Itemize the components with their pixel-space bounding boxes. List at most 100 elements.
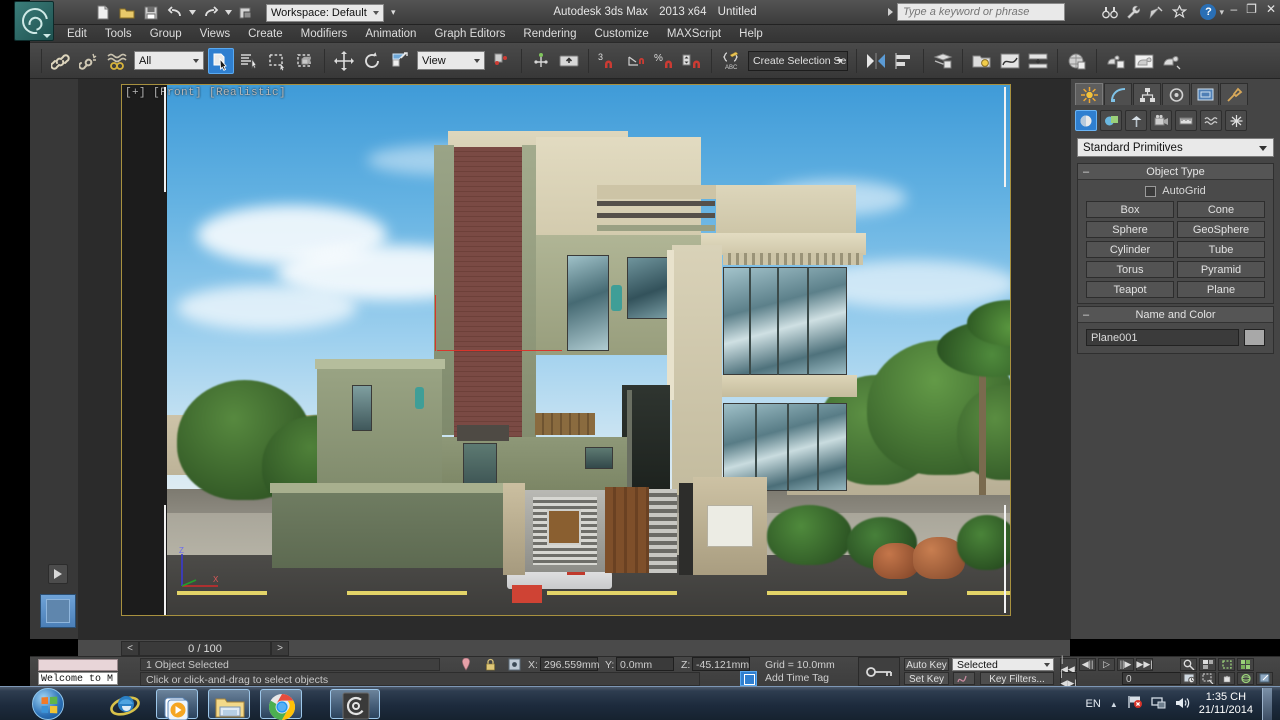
satellite-dish-icon[interactable] [1147,2,1165,22]
next-frame-icon[interactable]: ||▶ [1117,658,1134,671]
zoom-icon[interactable] [1180,658,1197,671]
open-file-icon[interactable] [116,2,137,23]
tray-language[interactable]: EN [1086,698,1101,710]
unlink-selection-icon[interactable] [76,48,102,74]
toggle-scene-explorer-icon[interactable] [969,48,995,74]
menu-item-graph-editors[interactable]: Graph Editors [425,25,514,43]
menu-item-create[interactable]: Create [239,25,292,43]
security-flag-icon[interactable] [1127,695,1142,713]
rollout-collapse-icon[interactable]: – [1083,307,1089,323]
taskbar-clock[interactable]: 1:35 CH 21/11/2014 [1199,691,1253,717]
geometry-icon[interactable] [1075,110,1097,131]
isolate-selection-icon[interactable] [458,658,474,671]
taskbar-item-internet-explorer[interactable] [104,689,146,719]
application-menu-button[interactable] [14,1,54,41]
maximize-viewport-toggle-icon[interactable] [1256,672,1273,685]
select-and-rotate-icon[interactable] [359,48,385,74]
coord-x-field[interactable]: 296.559mm [540,657,599,671]
object-type-sphere[interactable]: Sphere [1086,221,1174,238]
spinner-snap-toggle-icon[interactable] [679,48,705,74]
render-production-icon[interactable] [1159,48,1185,74]
lock-selection-icon[interactable] [482,658,498,671]
helpers-icon[interactable] [1175,110,1197,131]
field-of-view-icon[interactable] [1199,672,1216,685]
render-setup-icon[interactable] [1103,48,1129,74]
minimize-button[interactable]: – [1230,2,1237,16]
binoculars-icon[interactable] [1101,2,1119,22]
viewport-corner-swatch[interactable] [40,594,76,628]
object-type-cylinder[interactable]: Cylinder [1086,241,1174,258]
help-dropdown-icon[interactable]: ▾ [1219,7,1224,18]
play-animation-button[interactable] [48,564,68,584]
layer-manager-icon[interactable] [930,48,956,74]
selection-filter-combo[interactable]: All [134,51,204,70]
hierarchy-tab[interactable] [1133,83,1161,105]
key-filters-button[interactable]: Key Filters... [980,672,1054,685]
maxscript-mini-listener[interactable]: Welcome to M [38,672,118,685]
current-frame-field[interactable]: 0 [1122,672,1184,685]
primitive-type-combo[interactable]: Standard Primitives [1077,138,1274,157]
object-type-pyramid[interactable]: Pyramid [1177,261,1265,278]
menu-item-views[interactable]: Views [191,25,239,43]
lights-icon[interactable] [1125,110,1147,131]
key-mode-toggle-icon[interactable] [740,671,757,686]
set-project-folder-icon[interactable] [236,2,257,23]
menu-item-rendering[interactable]: Rendering [514,25,585,43]
menu-item-customize[interactable]: Customize [585,25,657,43]
workspace-overflow-icon[interactable]: ▾ [391,7,396,18]
zoom-extents-icon[interactable] [1218,658,1235,671]
start-button[interactable] [32,688,64,720]
window-crossing-icon[interactable] [292,48,318,74]
taskbar-item-media-player[interactable] [156,689,198,720]
coord-z-field[interactable]: -45.121mm [692,657,750,671]
rendered-frame-window-icon[interactable] [1131,48,1157,74]
show-hidden-icons-icon[interactable]: ▲ [1110,700,1118,709]
play-animation-icon[interactable]: ▷ [1098,658,1115,671]
bind-to-space-warp-icon[interactable] [104,48,130,74]
absolute-relative-transform-icon[interactable] [506,658,522,671]
percent-snap-toggle-icon[interactable]: % [651,48,677,74]
network-icon[interactable] [1151,696,1166,713]
zoom-extents-all-icon[interactable] [1237,658,1254,671]
select-and-uniform-scale-icon[interactable] [387,48,413,74]
set-key-mode-icon[interactable] [858,657,900,686]
undo-dropdown-icon[interactable] [188,2,197,23]
snaps-toggle-icon[interactable]: 3 [595,48,621,74]
name-and-color-header[interactable]: – Name and Color [1078,307,1273,323]
key-mode-toggle-icon[interactable]: |◀▶| [1060,668,1077,688]
next-frame-button[interactable]: > [271,640,289,656]
show-desktop-button[interactable] [1262,688,1272,720]
previous-frame-icon[interactable]: ◀|| [1079,658,1096,671]
material-editor-icon[interactable] [1064,48,1090,74]
display-tab[interactable] [1191,83,1219,105]
previous-frame-button[interactable]: < [121,640,139,656]
help-button[interactable]: ? ▾ [1200,4,1224,20]
taskbar-item-3ds-max[interactable] [330,689,380,720]
go-to-end-icon[interactable]: ▶▶| [1136,658,1153,671]
set-key-button[interactable]: Set Key [904,672,949,685]
object-type-box[interactable]: Box [1086,201,1174,218]
object-type-tube[interactable]: Tube [1177,241,1265,258]
select-and-manipulate-icon[interactable] [528,48,554,74]
coord-y-field[interactable]: 0.0mm [616,657,674,671]
curve-editor-icon[interactable] [997,48,1023,74]
undo-icon[interactable] [164,2,185,23]
key-mode-combo[interactable]: Selected [952,658,1054,671]
menu-item-group[interactable]: Group [141,25,191,43]
taskbar-item-google-chrome[interactable] [260,689,302,720]
menu-item-maxscript[interactable]: MAXScript [658,25,730,43]
named-selection-set-combo[interactable]: Create Selection Se [748,50,848,71]
restore-button[interactable]: ❐ [1246,2,1257,16]
create-tab[interactable] [1075,83,1103,105]
object-color-swatch[interactable] [1244,329,1265,346]
set-key-filters-curve-icon[interactable] [953,672,975,685]
viewport-label[interactable]: [+] [Front] [Realistic] [125,87,286,99]
search-expand-icon[interactable] [888,8,893,16]
close-button[interactable]: ✕ [1266,2,1276,16]
object-type-geosphere[interactable]: GeoSphere [1177,221,1265,238]
keyboard-shortcut-override-icon[interactable] [556,48,582,74]
reference-coordinate-combo[interactable]: View [417,51,485,70]
modify-tab[interactable] [1104,83,1132,105]
volume-icon[interactable] [1175,696,1190,713]
favorites-star-icon[interactable] [1170,2,1188,22]
